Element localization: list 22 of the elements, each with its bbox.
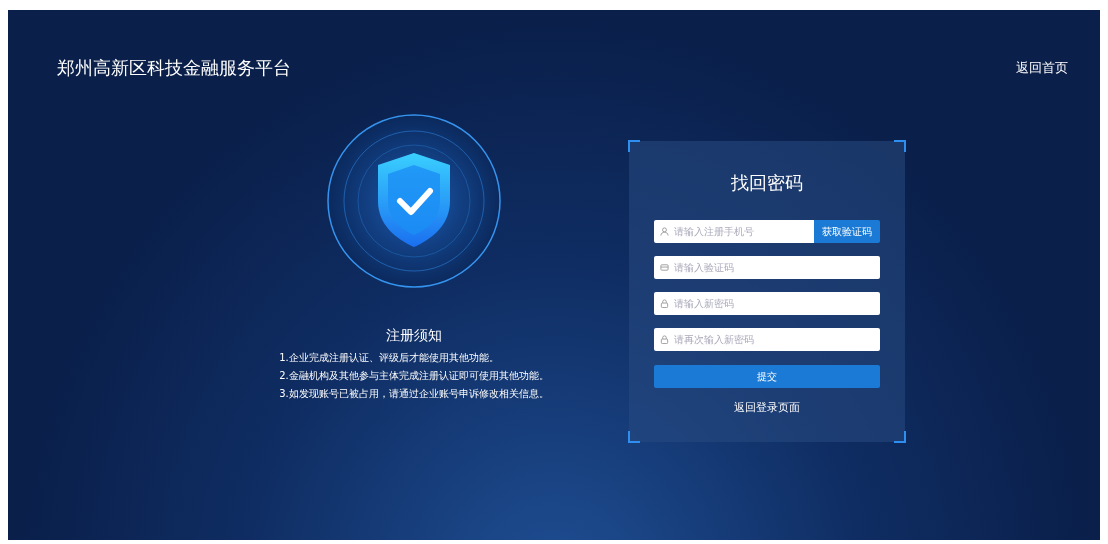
submit-button[interactable]: 提交 (654, 365, 880, 388)
input-field[interactable]: 请输入注册手机号 (654, 220, 814, 243)
card-icon (660, 263, 669, 272)
notice-item: 1.企业完成注册认证、评级后才能使用其他功能。 (279, 351, 499, 364)
input-field[interactable]: 请输入验证码 (654, 256, 880, 279)
lock-icon (660, 299, 669, 308)
user-icon (660, 227, 669, 236)
corner-bracket (628, 431, 640, 443)
notice-item: 2.金融机构及其他参与主体完成注册认证即可使用其他功能。 (279, 369, 549, 382)
home-link[interactable]: 返回首页 (1016, 58, 1068, 77)
form-title: 找回密码 (730, 171, 804, 195)
site-title: 郑州高新区科技金融服务平台 (57, 55, 291, 80)
input-field[interactable]: 请输入新密码 (654, 292, 880, 315)
corner-bracket (628, 140, 640, 152)
notice-item: 3.如发现账号已被占用，请通过企业账号申诉修改相关信息。 (279, 387, 549, 400)
back-to-login-link[interactable]: 返回登录页面 (734, 400, 800, 415)
corner-bracket (894, 431, 906, 443)
corner-bracket (894, 140, 906, 152)
notice-title: 注册须知 (386, 327, 442, 345)
input-field[interactable]: 请再次输入新密码 (654, 328, 880, 351)
get-code-button[interactable]: 获取验证码 (814, 220, 880, 243)
lock-icon (660, 335, 669, 344)
